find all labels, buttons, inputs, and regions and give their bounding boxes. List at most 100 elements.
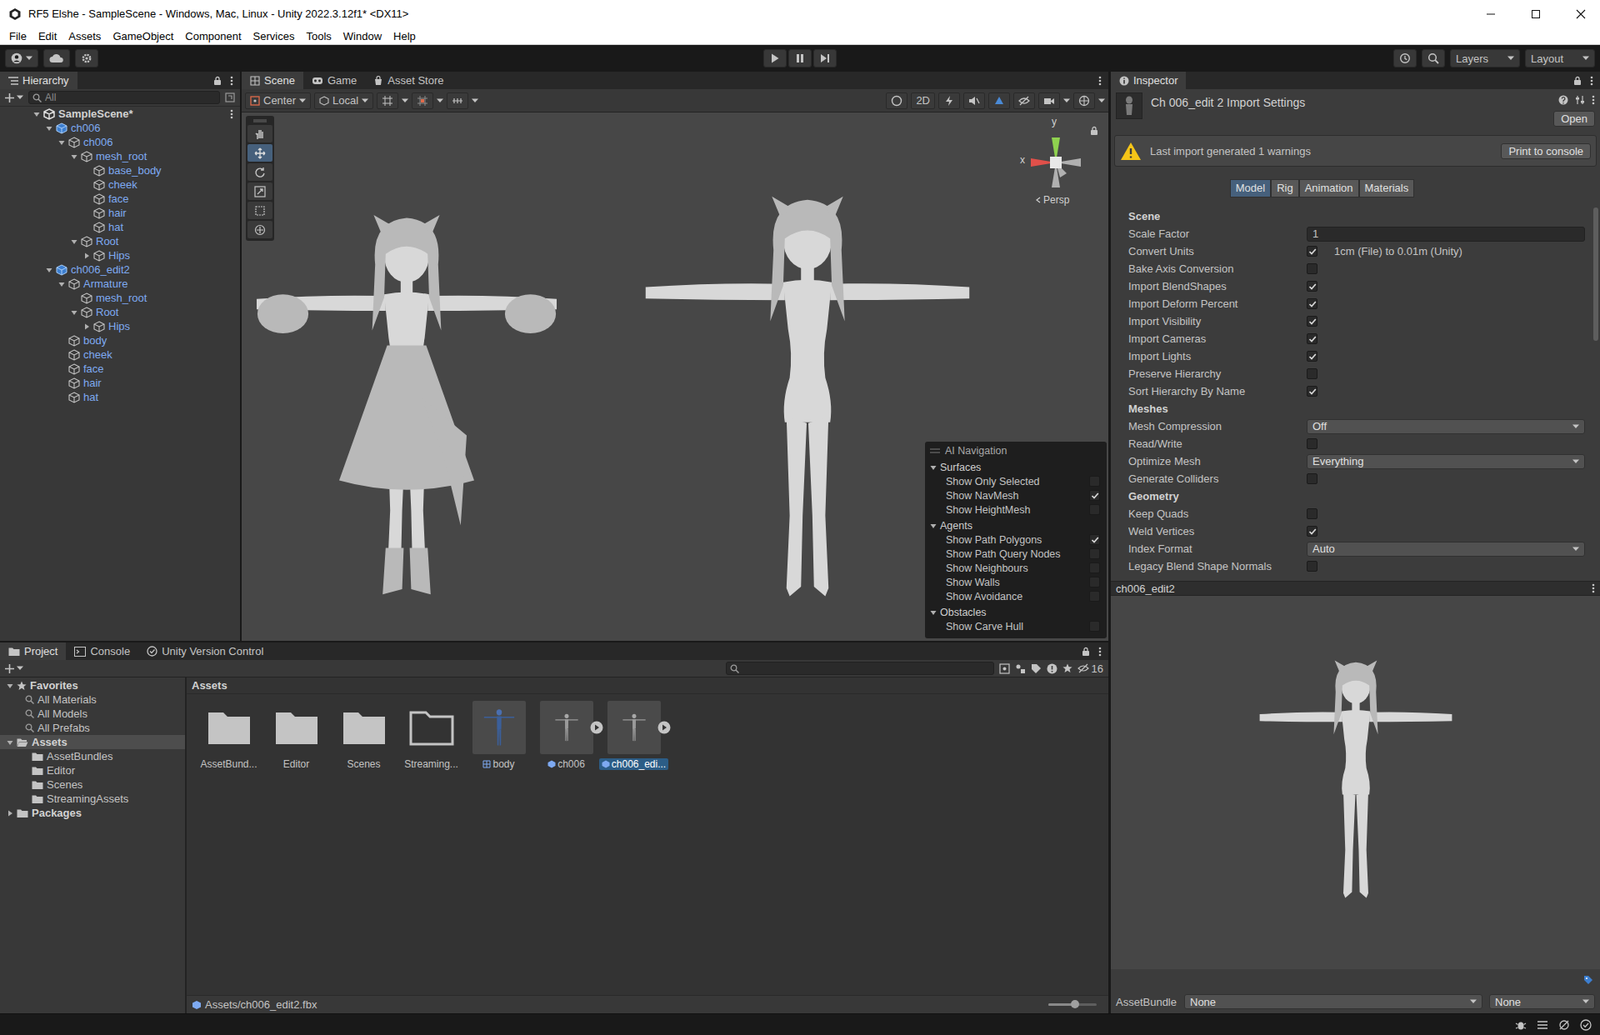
kebab-menu-icon[interactable] — [1098, 75, 1102, 86]
foldout[interactable] — [5, 808, 15, 819]
scroll-thumb[interactable] — [1593, 207, 1599, 341]
tool-button[interactable] — [247, 163, 273, 181]
draw-mode-button[interactable] — [885, 92, 908, 110]
maximize-icon[interactable] — [1516, 0, 1555, 28]
folder-row[interactable]: Assets — [0, 735, 185, 750]
services-button[interactable] — [75, 49, 99, 68]
scrollbar[interactable] — [1591, 204, 1600, 581]
play-button[interactable] — [763, 49, 787, 68]
import-tab[interactable]: Animation — [1299, 179, 1360, 198]
hierarchy-tab[interactable]: Hierarchy — [0, 71, 78, 90]
orientation-gizmo[interactable]: yxPersp — [1018, 122, 1099, 213]
hierarchy-row[interactable]: mesh_root — [0, 290, 240, 305]
checkbox[interactable] — [1306, 508, 1318, 520]
hierarchy-row[interactable]: face — [0, 191, 240, 206]
project-tab[interactable]: Console — [65, 642, 139, 660]
hierarchy-row[interactable]: hair — [0, 205, 240, 220]
search-button[interactable] — [1421, 49, 1445, 68]
import-tab[interactable]: Model — [1230, 179, 1271, 198]
auto-generate-lighting-icon[interactable] — [1558, 1019, 1570, 1031]
foldout[interactable] — [69, 307, 80, 318]
favorites-row[interactable]: Favorites — [0, 678, 185, 693]
dropdown-field[interactable]: Everything — [1306, 454, 1585, 470]
hierarchy-row[interactable]: ch006 — [0, 120, 240, 135]
foldout[interactable] — [69, 236, 80, 247]
lock-icon[interactable] — [1090, 125, 1099, 136]
breadcrumb-label[interactable]: Assets — [191, 679, 228, 692]
menu-item[interactable]: Services — [247, 30, 301, 43]
hierarchy-row[interactable]: hat — [0, 220, 240, 235]
gizmos-button[interactable] — [1073, 92, 1095, 110]
checkbox[interactable] — [1089, 534, 1100, 545]
menu-item[interactable]: Component — [179, 30, 247, 43]
hierarchy-row[interactable]: ch006 — [0, 135, 240, 150]
search-field[interactable] — [28, 90, 220, 105]
audio-button[interactable] — [963, 92, 985, 110]
pause-button[interactable] — [788, 49, 812, 68]
search-input[interactable] — [45, 91, 220, 104]
favorite-star-icon[interactable] — [1062, 663, 1073, 674]
expand-sub-assets-icon[interactable] — [657, 720, 671, 735]
menu-item[interactable]: Window — [337, 30, 388, 43]
hierarchy-row[interactable]: ch006_edit2 — [0, 262, 240, 277]
scene-viewport[interactable]: yxPerspAI NavigationSurfacesShow Only Se… — [241, 112, 1109, 641]
close-icon[interactable] — [1561, 0, 1600, 28]
pivot-dropdown[interactable]: Center — [245, 92, 311, 110]
hierarchy-row[interactable]: base_body — [0, 163, 240, 178]
hidden-packages-toggle[interactable]: 16 — [1077, 662, 1104, 675]
checkbox[interactable] — [1306, 525, 1318, 537]
checkbox[interactable] — [1306, 368, 1318, 380]
expand-sub-assets-icon[interactable] — [590, 720, 604, 735]
foldout[interactable] — [81, 321, 92, 332]
favorite-item[interactable]: All Prefabs — [0, 720, 185, 735]
checkbox[interactable] — [1306, 385, 1318, 397]
scene-tab[interactable]: Game — [303, 71, 365, 90]
checkbox[interactable] — [1306, 473, 1318, 485]
kebab-menu-icon[interactable] — [230, 75, 234, 86]
hierarchy-row[interactable]: Hips — [0, 248, 240, 263]
zoom-knob[interactable] — [1070, 1000, 1080, 1009]
checkbox[interactable] — [1306, 263, 1318, 275]
folder-row[interactable]: AssetBundles — [0, 749, 185, 764]
inspector-tab[interactable]: Inspector — [1110, 71, 1186, 90]
hierarchy-row[interactable]: cheek — [0, 347, 240, 362]
asset-tile[interactable]: Streaming... — [397, 700, 465, 770]
progress-icon[interactable] — [1536, 1019, 1549, 1031]
checkbox[interactable] — [1306, 333, 1318, 345]
checkbox[interactable] — [1089, 490, 1100, 501]
minimize-icon[interactable] — [1471, 0, 1510, 28]
checkbox[interactable] — [1089, 548, 1100, 560]
asset-tile[interactable]: ch006 — [532, 700, 600, 770]
hierarchy-row[interactable]: SampleScene* — [0, 106, 240, 121]
foldout[interactable] — [44, 265, 55, 275]
assetbundle-variant-dropdown[interactable]: None — [1489, 994, 1595, 1010]
checkbox[interactable] — [1089, 590, 1100, 602]
checkbox[interactable] — [1306, 298, 1318, 310]
import-tab[interactable]: Materials — [1359, 179, 1415, 198]
overlay-section[interactable]: Agents — [925, 516, 1107, 533]
project-search-field[interactable] — [725, 661, 995, 675]
foldout[interactable] — [81, 250, 92, 261]
zoom-slider[interactable] — [1048, 1003, 1097, 1006]
lock-icon[interactable] — [213, 75, 222, 86]
checkbox[interactable] — [1306, 350, 1318, 362]
camera-button[interactable] — [1038, 92, 1060, 110]
log-filter-icon[interactable] — [1046, 663, 1058, 675]
import-tab[interactable]: Rig — [1270, 179, 1300, 198]
menu-item[interactable]: Assets — [62, 30, 107, 43]
lock-icon[interactable] — [1081, 646, 1090, 657]
checkbox[interactable] — [1306, 245, 1318, 257]
search-options-icon[interactable] — [225, 92, 235, 103]
kebab-menu-icon[interactable] — [1591, 583, 1595, 594]
scene-tab[interactable]: Asset Store — [365, 71, 452, 90]
projection-toggle[interactable]: Persp — [1035, 194, 1070, 206]
tool-button[interactable] — [247, 144, 273, 162]
hierarchy-row[interactable]: Root — [0, 305, 240, 320]
dropdown-field[interactable]: Off — [1306, 419, 1585, 435]
hierarchy-row[interactable]: hat — [0, 390, 240, 405]
foldout[interactable] — [56, 137, 67, 148]
preset-icon[interactable] — [1575, 95, 1585, 105]
foldout[interactable] — [56, 279, 67, 290]
undo-history-button[interactable] — [1393, 49, 1417, 68]
foldout[interactable] — [31, 109, 42, 120]
